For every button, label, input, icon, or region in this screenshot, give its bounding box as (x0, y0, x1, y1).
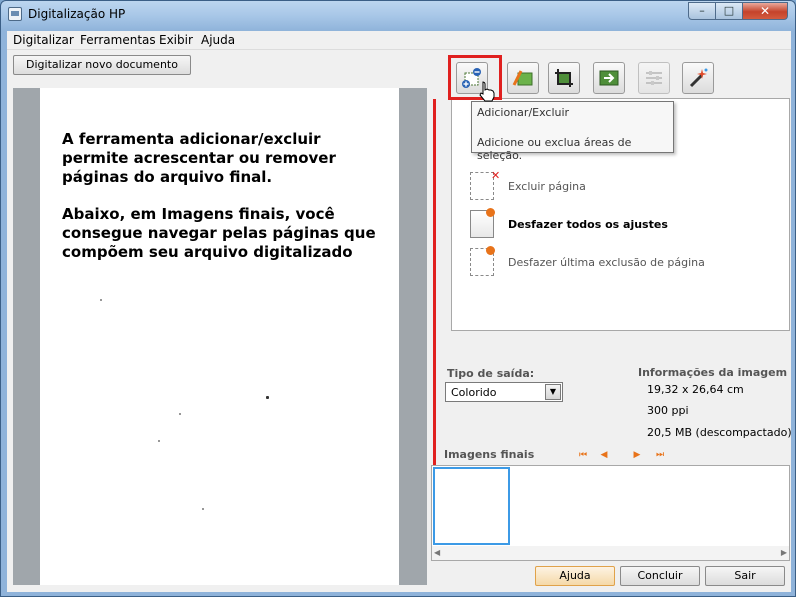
delete-mark-icon: ✕ (491, 169, 501, 182)
thumbnails-scrollbar[interactable]: ◀ ▶ (432, 546, 789, 560)
highlight-line (433, 99, 436, 465)
menu-bar: Digitalizar Ferramentas Exibir Ajuda (7, 31, 791, 50)
undo-arrow-icon (486, 246, 495, 255)
page-text: A ferramenta adicionar/excluir permite a… (62, 130, 382, 280)
scan-new-document-button[interactable]: Digitalizar novo documento (13, 55, 191, 75)
window-title: Digitalização HP (28, 7, 126, 21)
page-speck (179, 413, 181, 415)
app-icon (8, 7, 22, 21)
image-info-label: Informações da imagem (638, 366, 788, 379)
crop-tool[interactable] (548, 62, 580, 94)
final-images-label: Imagens finais (444, 448, 535, 461)
crop-icon (555, 69, 573, 87)
menu-digitalizar[interactable]: Digitalizar (13, 33, 74, 47)
delete-page-item[interactable]: Excluir página (508, 180, 586, 193)
maximize-button[interactable]: □ (715, 2, 743, 20)
tooltip-description: Adicione ou exclua áreas de seleção. (477, 136, 632, 162)
undo-arrow-icon (486, 208, 495, 217)
undo-all-adjustments-item[interactable]: Desfazer todos os ajustes (508, 218, 668, 231)
minimize-button[interactable]: – (688, 2, 716, 20)
page-paragraph-1: A ferramenta adicionar/excluir permite a… (62, 130, 336, 186)
export-tool[interactable] (593, 62, 625, 94)
scroll-left-icon[interactable]: ◀ (434, 548, 440, 557)
title-bar[interactable]: Digitalização HP – □ ✕ (1, 1, 795, 29)
tooltip: Adicionar/Excluir Adicione ou exclua áre… (471, 101, 674, 162)
output-type-label: Tipo de saída: (447, 367, 535, 380)
chevron-down-icon[interactable]: ▼ (545, 384, 561, 400)
page-speck (202, 508, 204, 510)
sliders-tool[interactable] (638, 62, 670, 94)
color-adjust-icon (512, 70, 533, 86)
menu-exibir[interactable]: Exibir (159, 33, 193, 47)
scan-preview: A ferramenta adicionar/excluir permite a… (13, 88, 427, 585)
export-icon (599, 70, 619, 86)
first-page-icon[interactable]: ⏮ (578, 450, 588, 460)
undo-last-deletion-item[interactable]: Desfazer última exclusão de página (508, 256, 705, 269)
scanned-page: A ferramenta adicionar/excluir permite a… (40, 88, 399, 585)
menu-ajuda[interactable]: Ajuda (201, 33, 235, 47)
previous-page-icon[interactable]: ◀ (599, 450, 609, 460)
image-size: 20,5 MB (descompactado) (647, 426, 792, 439)
page-speck (266, 396, 269, 399)
finish-button[interactable]: Concluir (620, 566, 700, 586)
help-button[interactable]: Ajuda (535, 566, 615, 586)
hand-cursor-icon (479, 81, 495, 102)
exit-button[interactable]: Sair (705, 566, 785, 586)
tooltip-title: Adicionar/Excluir (477, 106, 570, 119)
page-speck (100, 299, 102, 301)
sliders-icon (646, 71, 662, 85)
scroll-right-icon[interactable]: ▶ (781, 548, 787, 557)
close-button[interactable]: ✕ (742, 2, 788, 20)
image-dimensions: 19,32 x 26,64 cm (647, 383, 744, 396)
magic-wand-tool[interactable] (682, 62, 714, 94)
app-window: Digitalização HP – □ ✕ Digitalizar Ferra… (0, 0, 796, 597)
output-type-select[interactable]: Colorido ▼ (445, 382, 563, 402)
page-thumbnail[interactable] (433, 467, 510, 545)
last-page-icon[interactable]: ⏭ (655, 450, 665, 460)
color-adjust-tool[interactable] (507, 62, 539, 94)
next-page-icon[interactable]: ▶ (632, 450, 642, 460)
magic-wand-icon (689, 68, 708, 88)
page-paragraph-2: Abaixo, em Imagens finais, você consegue… (62, 205, 376, 261)
page-speck (158, 440, 160, 442)
output-type-value: Colorido (451, 386, 497, 399)
image-resolution: 300 ppi (647, 404, 689, 417)
menu-ferramentas[interactable]: Ferramentas (80, 33, 156, 47)
